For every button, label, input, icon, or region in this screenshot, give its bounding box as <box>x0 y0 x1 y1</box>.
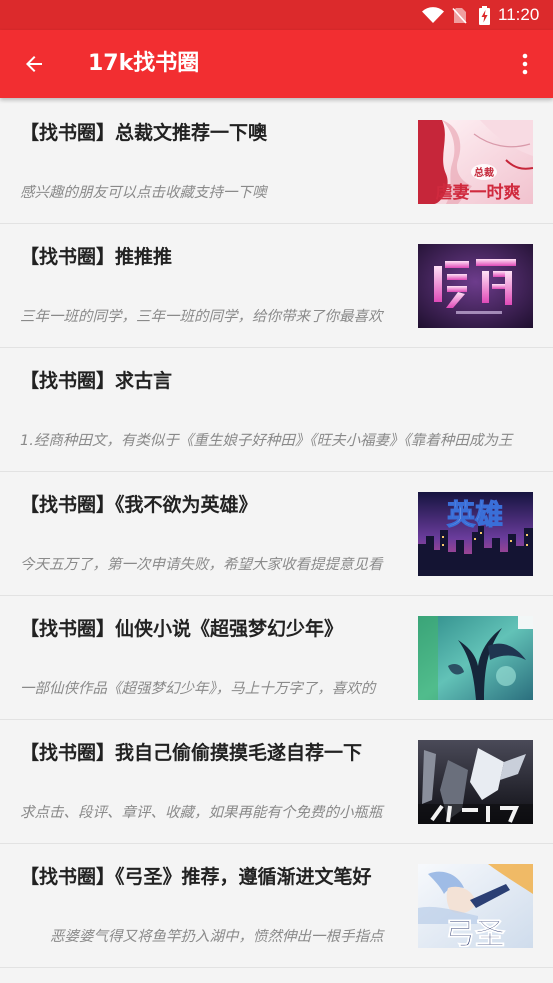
post-item[interactable]: 【找书圈】总裁文推荐一下噢 感兴趣的朋友可以点击收藏支持一下噢 总裁 虐妻一时爽 <box>0 100 553 224</box>
post-cover-image <box>418 244 533 328</box>
status-bar: 11:20 <box>0 0 553 30</box>
cover-art <box>492 284 505 289</box>
cover-art <box>518 616 533 629</box>
post-item[interactable]: 【找书圈】我自己偷偷摸摸毛遂自荐一下 求点击、段评、章评、收藏，如果再能有个免费… <box>0 720 553 844</box>
wifi-icon <box>422 7 444 23</box>
cover-lettering: 英雄 <box>447 498 503 531</box>
page-title: 17k找书圈 <box>88 51 200 76</box>
post-summary: 恶婆婆气得又将鱼竿扔入湖中，愤然伸出一根手指点 <box>50 929 384 945</box>
cover-art <box>442 536 444 538</box>
post-item[interactable]: 【找书圈】推推推 三年一班的同学，三年一班的同学，给你带来了你最喜欢 <box>0 224 553 348</box>
post-summary: 1.经商种田文，有类似于《重生娘子好种田》《旺夫小福妻》《靠着种田成为王 <box>20 433 513 449</box>
app-bar: 17k找书圈 <box>0 30 553 98</box>
post-summary: 三年一班的同学，三年一班的同学，给你带来了你最喜欢 <box>20 309 383 325</box>
cover-art <box>482 271 489 303</box>
cover-art <box>476 259 516 266</box>
more-options-button[interactable] <box>501 40 549 88</box>
cover-art <box>496 666 516 686</box>
post-summary: 今天五万了，第一次申请失败，希望大家收看提提意见看 <box>20 557 383 573</box>
post-item[interactable]: 【找书圈】求古言 1.经商种田文，有类似于《重生娘子好种田》《旺夫小福妻》《靠着… <box>0 348 553 472</box>
wifi-shape <box>422 7 444 23</box>
cover-art <box>447 274 467 280</box>
cover-art <box>526 534 528 536</box>
post-title: 【找书圈】仙侠小说《超强梦幻少年》 <box>20 618 344 640</box>
post-title: 【找书圈】《弓圣》推荐，遵循渐进文笔好 <box>20 866 372 888</box>
arrow-shape <box>26 56 42 72</box>
more-vert-icon <box>522 53 528 75</box>
cover-art <box>442 544 444 546</box>
post-cover-image <box>418 616 533 700</box>
post-list: 【找书圈】总裁文推荐一下噢 感兴趣的朋友可以点击收藏支持一下噢 总裁 虐妻一时爽… <box>0 100 553 968</box>
post-item[interactable]: 【找书圈】《弓圣》推荐，遵循渐进文笔好 恶婆婆气得又将鱼竿扔入湖中，愤然伸出一根… <box>0 844 553 968</box>
cover-art <box>480 532 482 534</box>
post-cover-image: 总裁 虐妻一时爽 <box>418 120 533 204</box>
back-button[interactable] <box>10 40 58 88</box>
post-title: 【找书圈】推推推 <box>20 246 173 268</box>
arrow-back-icon <box>26 56 42 72</box>
post-item[interactable]: 【找书圈】仙侠小说《超强梦幻少年》 一部仙侠作品《超强梦幻少年》，马上十万字了，… <box>0 596 553 720</box>
cover-art <box>505 271 512 305</box>
post-summary: 求点击、段评、章评、收藏，如果再能有个免费的小瓶瓶 <box>20 805 383 821</box>
post-title: 【找书圈】我自己偷偷摸摸毛遂自荐一下 <box>20 742 363 764</box>
cover-art <box>456 311 502 314</box>
post-summary: 感兴趣的朋友可以点击收藏支持一下噢 <box>20 185 267 201</box>
battery-nub <box>482 6 487 8</box>
post-title: 【找书圈】《我不欲为英雄》 <box>20 494 258 516</box>
no-sim-icon <box>452 7 467 24</box>
cover-lettering: 总裁 <box>474 166 494 179</box>
cover-lettering: 弓圣 <box>445 917 506 948</box>
post-item[interactable]: 【找书圈】《我不欲为英雄》 今天五万了，第一次申请失败，希望大家收看提提意见看 … <box>0 472 553 596</box>
cover-art <box>445 261 469 268</box>
post-cover-image: 弓圣 <box>418 864 533 948</box>
menu-dot <box>522 53 528 59</box>
cover-art <box>434 266 442 302</box>
cover-art <box>418 616 438 700</box>
post-title: 【找书圈】总裁文推荐一下噢 <box>20 122 268 144</box>
post-cover-image: 英雄 <box>418 492 533 576</box>
post-title: 【找书圈】求古言 <box>20 370 173 392</box>
cover-art <box>447 286 467 292</box>
battery-charging-icon <box>479 6 490 25</box>
post-cover-image <box>418 740 533 824</box>
menu-dot <box>522 61 528 67</box>
cover-art <box>510 540 512 542</box>
post-summary: 一部仙侠作品《超强梦幻少年》，马上十万字了，喜欢的 <box>20 681 376 697</box>
cover-art <box>526 544 528 546</box>
cover-lettering: 虐妻一时爽 <box>436 182 521 203</box>
cover-art <box>474 538 476 540</box>
status-time: 11:20 <box>498 5 540 24</box>
menu-dot <box>522 69 528 75</box>
